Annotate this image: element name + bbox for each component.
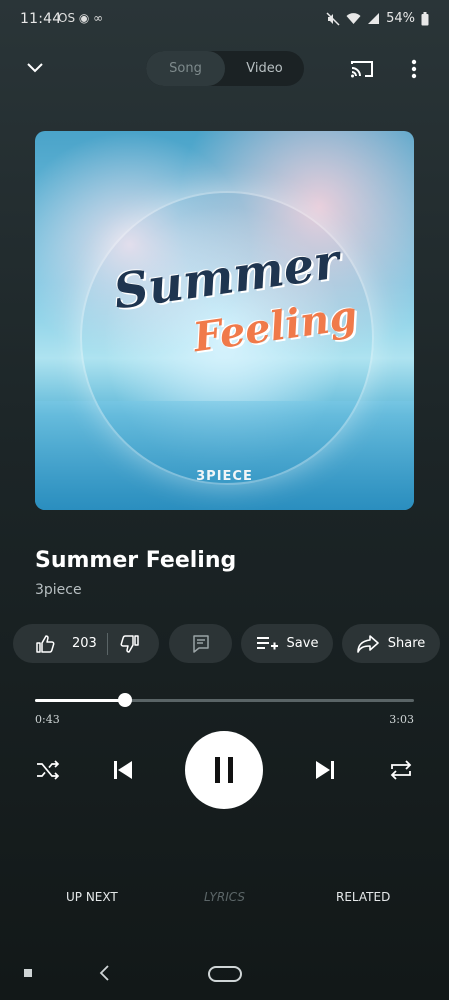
share-icon <box>356 634 379 653</box>
thumbs-up-icon <box>36 634 55 653</box>
album-artwork: Summer Feeling 3PIECE <box>35 131 414 510</box>
song-artist[interactable]: 3piece <box>35 582 82 598</box>
playlist-add-icon <box>256 636 278 649</box>
like-divider <box>106 632 108 655</box>
progress-fill <box>35 699 125 702</box>
tab-lyrics[interactable]: LYRICS <box>204 890 245 904</box>
mute-icon <box>326 11 340 26</box>
more-options-button[interactable] <box>402 56 426 82</box>
repeat-button[interactable] <box>387 756 415 784</box>
progress-knob[interactable] <box>117 693 132 707</box>
signal-icon <box>368 13 380 24</box>
skip-previous-icon <box>114 761 132 779</box>
wifi-icon <box>346 13 361 24</box>
home-icon[interactable] <box>208 966 242 982</box>
back-icon[interactable] <box>98 965 110 981</box>
song-video-toggle: Song Video <box>146 51 304 86</box>
pause-button[interactable] <box>185 731 263 809</box>
toggle-song[interactable]: Song <box>146 51 225 86</box>
system-nav-bar <box>0 955 449 991</box>
status-notification-icons: OS ◉ ∞ <box>58 11 104 25</box>
bottom-tabs: UP NEXT LYRICS RELATED <box>0 890 449 910</box>
collapse-button[interactable] <box>22 55 48 81</box>
tab-up-next[interactable]: UP NEXT <box>66 890 118 904</box>
chevron-down-icon <box>27 63 43 73</box>
total-duration: 3:03 <box>389 713 414 726</box>
repeat-icon <box>390 760 412 780</box>
status-right: 54% <box>326 11 429 26</box>
song-title: Summer Feeling <box>35 548 237 573</box>
next-button[interactable] <box>311 756 339 784</box>
previous-button[interactable] <box>109 756 137 784</box>
cast-button[interactable] <box>348 57 376 81</box>
skip-next-icon <box>316 761 334 779</box>
like-button[interactable]: 203 <box>13 624 97 663</box>
battery-icon <box>421 11 429 25</box>
recent-apps-icon[interactable] <box>24 969 32 977</box>
share-button[interactable]: Share <box>342 624 440 663</box>
progress-bar[interactable] <box>35 693 414 707</box>
pause-icon <box>215 757 233 783</box>
like-count: 203 <box>72 636 97 651</box>
save-button[interactable]: Save <box>241 624 333 663</box>
comment-icon <box>192 634 209 653</box>
artwork-brand: 3PIECE <box>196 469 253 484</box>
tab-related[interactable]: RELATED <box>336 890 390 904</box>
thumbs-down-icon <box>120 634 139 653</box>
save-label: Save <box>286 636 319 651</box>
share-label: Share <box>387 636 426 651</box>
battery-percent: 54% <box>386 11 415 26</box>
elapsed-time: 0:43 <box>35 713 60 726</box>
dislike-button[interactable] <box>118 624 140 663</box>
toggle-video[interactable]: Video <box>225 51 304 86</box>
more-vert-icon <box>411 59 417 79</box>
cast-icon <box>351 61 373 78</box>
comments-button[interactable] <box>169 624 232 663</box>
shuffle-icon <box>37 760 60 780</box>
like-dislike-group: 203 <box>13 624 159 663</box>
status-bar: 11:44 OS ◉ ∞ 54% <box>0 0 449 40</box>
shuffle-button[interactable] <box>34 756 62 784</box>
status-time: 11:44 <box>20 11 62 27</box>
